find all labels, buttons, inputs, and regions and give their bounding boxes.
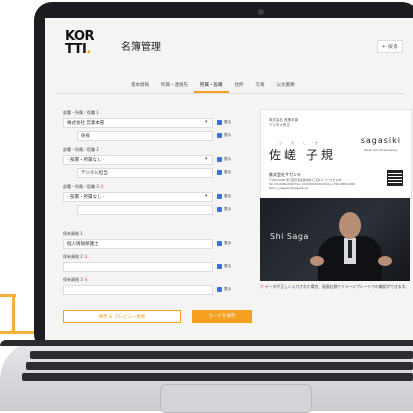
card-email: Mail: s_sagasiki@sagasiki.jp (269, 186, 309, 190)
card-brand: sagasiki (360, 136, 401, 145)
chevron-down-icon: ▾ (205, 156, 208, 162)
group2-select[interactable]: - 部署・所属なし - (63, 155, 213, 165)
person-head (339, 212, 361, 239)
extra1-checkbox[interactable] (217, 264, 222, 269)
tab-bar: 基本情報 所属・連絡先 所属・役職 住所 写真 公文書類 (125, 79, 405, 93)
save-card-button[interactable]: カードを保存 (192, 310, 252, 323)
trackpad (160, 384, 312, 413)
extra1-check-label: 表示 (224, 264, 231, 268)
group2-sub-checkbox[interactable] (217, 170, 222, 175)
group2-select-checkbox[interactable] (217, 157, 222, 162)
orange-frame-bottom (0, 331, 38, 334)
korotti-logo: KOR TTI. (65, 29, 95, 57)
page-title: 名簿管理 (121, 42, 161, 53)
photo-signature: Shi Saga (270, 232, 309, 241)
person-left-hand (310, 256, 324, 266)
tab-divider (55, 93, 405, 94)
tab-basic-info[interactable]: 基本情報 (125, 79, 155, 93)
chevron-down-icon: ▾ (205, 119, 208, 125)
qualification-checkbox[interactable] (217, 241, 222, 246)
person-right-hand (378, 256, 392, 266)
qualification-input[interactable]: 個人情報保護士 (63, 239, 213, 249)
group3-select-checkbox[interactable] (217, 194, 222, 199)
group2-select-check-label: 表示 (224, 157, 231, 161)
group1-select-checkbox[interactable] (217, 120, 222, 125)
group1-select-check-label: 表示 (224, 120, 231, 124)
camera-icon (258, 9, 264, 15)
group3-label: 部署・所属／役職 3 ⓪ (63, 184, 105, 189)
card-tagline: Open Your Experience (363, 148, 397, 152)
extra2-label: 保有資格 3 ⓪ (63, 277, 89, 282)
group3-sub-checkbox[interactable] (217, 207, 222, 212)
group2-label: 部署・所属／役職 2 (63, 147, 99, 152)
group1-sub-checkbox[interactable] (217, 133, 222, 138)
extra1-input[interactable] (63, 262, 213, 272)
preview-note: ⓪ データが正しく入力された場合、画面右側でイメージプレートでの確認ができます。 (260, 284, 409, 289)
portrait-photo: Shi Saga (260, 198, 410, 281)
tab-position[interactable]: 所属・役職 (194, 79, 229, 93)
extra2-check-label: 表示 (224, 287, 231, 291)
laptop-hinge (0, 340, 413, 346)
group1-select[interactable]: 株式会社 営業本部 (63, 118, 213, 128)
keyboard-row (22, 373, 413, 381)
group3-sub-input[interactable] (77, 205, 213, 215)
back-button[interactable]: ← 戻る (377, 40, 403, 53)
save-preview-button[interactable]: 保存 & プレビュー更新 (63, 310, 181, 323)
orange-frame-vertical (12, 294, 15, 334)
extra1-label: 保有資格 2 ⓪ (63, 254, 89, 259)
group1-sub-check-label: 表示 (224, 133, 231, 137)
group3-sub-check-label: 表示 (224, 207, 231, 211)
person-tie (348, 240, 352, 258)
extra2-input[interactable] (63, 285, 213, 295)
card-position-small: デジタル担当 (269, 123, 290, 127)
app-screen: KOR TTI. 名簿管理 ← 戻る 基本情報 所属・連絡先 所属・役職 住所 … (45, 18, 413, 344)
qr-code-icon (387, 170, 403, 186)
tab-contact[interactable]: 所属・連絡先 (155, 79, 194, 93)
tab-address[interactable]: 住所 (229, 79, 250, 93)
card-name: 佐嵯 子規 (269, 148, 336, 162)
group2-sub-check-label: 表示 (224, 170, 231, 174)
business-card-preview: 株式会社 営業本部 デジタル担当 さがしき 佐嵯 子規 sagasiki Ope… (260, 109, 412, 199)
group3-select[interactable]: - 部署・所属なし - (63, 192, 213, 202)
qualification-label: 保有資格 1 (63, 231, 83, 236)
keyboard-row (26, 362, 413, 370)
extra2-checkbox[interactable] (217, 287, 222, 292)
group1-label: 部署・所属／役職 1 (63, 110, 99, 115)
chevron-down-icon: ▾ (205, 193, 208, 199)
card-ruby: さがしき (279, 141, 328, 145)
tab-documents[interactable]: 公文書類 (271, 79, 301, 93)
tab-photo[interactable]: 写真 (250, 79, 271, 93)
keyboard-row (30, 351, 413, 359)
qualification-check-label: 表示 (224, 241, 231, 245)
group3-select-check-label: 表示 (224, 194, 231, 198)
group1-sub-input[interactable]: 係長 (77, 131, 213, 141)
group2-sub-input[interactable]: デジタル担当 (77, 168, 213, 178)
